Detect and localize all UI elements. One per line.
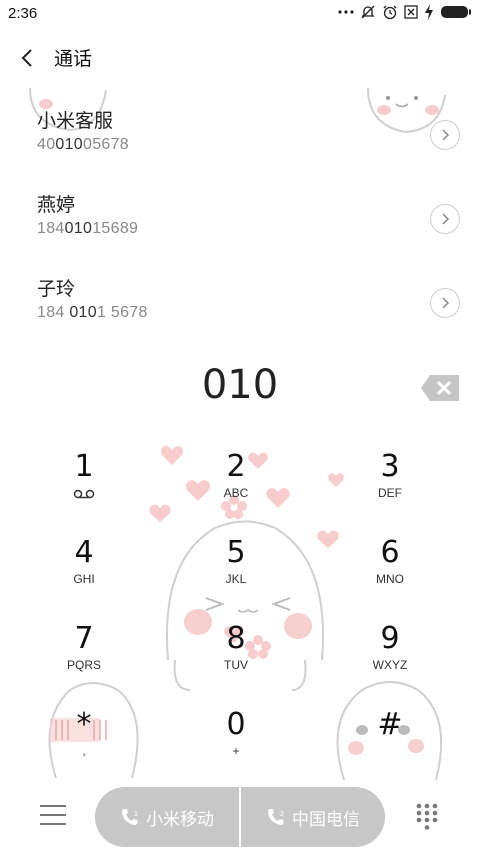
contact-detail-button[interactable] (430, 288, 460, 318)
number-match: 010 (69, 304, 97, 321)
key-6[interactable]: 6 MNO (330, 536, 450, 606)
chevron-right-icon (442, 213, 450, 225)
back-button[interactable] (16, 44, 40, 72)
number-suffix: 15689 (92, 220, 139, 237)
chevron-left-icon (21, 49, 32, 67)
sim1-label: 小米移动 (146, 809, 214, 830)
key-hash[interactable]: # (330, 708, 450, 778)
key-digit: 9 (380, 621, 400, 656)
key-5[interactable]: 5 JKL (176, 536, 296, 606)
key-letters: MNO (376, 572, 404, 586)
key-3[interactable]: 3 DEF (330, 450, 450, 520)
mute-bell-icon (361, 5, 375, 19)
key-digit: 1 (74, 449, 94, 484)
phone-sim2-icon: 2 (268, 809, 284, 825)
number-match: 010 (64, 220, 93, 237)
menu-line (40, 823, 66, 825)
contact-name: 燕婷 (37, 194, 76, 216)
key-digit: 2 (226, 449, 246, 484)
key-letters: JKL (225, 572, 247, 586)
call-divider (239, 787, 241, 847)
key-digit: * (76, 707, 92, 742)
chevron-right-icon (442, 297, 450, 309)
phone-sim1-icon: 1 (122, 809, 138, 825)
call-button-group: 1 小米移动 2 中国电信 (95, 787, 385, 847)
key-letters: PQRS (66, 658, 101, 672)
menu-button[interactable] (40, 805, 66, 827)
charging-icon (425, 4, 433, 20)
status-icons (338, 4, 472, 20)
key-digit: 6 (380, 535, 400, 570)
dialed-number[interactable]: 010 (0, 362, 480, 416)
key-letters: DEF (378, 486, 402, 500)
key-digit: 8 (226, 621, 246, 656)
key-digit: 3 (380, 449, 400, 484)
contact-name: 子玲 (37, 278, 76, 300)
key-letters: WXYZ (372, 658, 408, 672)
call-sim2-button[interactable]: 2 中国电信 (241, 787, 385, 847)
key-letters: GHI (73, 572, 95, 586)
number-suffix: 05678 (83, 136, 130, 153)
backspace-icon (421, 375, 459, 401)
contact-item[interactable]: 燕婷 18401015689 (0, 190, 480, 268)
chevron-right-icon (442, 129, 450, 141)
key-digit: 5 (226, 535, 246, 570)
key-letters: + (232, 744, 240, 758)
contact-item[interactable]: 小米客服 4001005678 (0, 106, 480, 184)
bottom-bar: 1 小米移动 2 中国电信 (0, 787, 480, 847)
key-digit: 4 (74, 535, 94, 570)
menu-line (40, 814, 66, 816)
key-letters: TUV (224, 658, 248, 672)
voicemail-icon (73, 489, 95, 499)
key-1[interactable]: 1 (24, 450, 144, 520)
number-match: 010 (55, 136, 84, 153)
key-star[interactable]: * , (24, 708, 144, 778)
key-digit: 0 (226, 707, 246, 742)
key-digit: 7 (74, 621, 94, 656)
key-7[interactable]: 7 PQRS (24, 622, 144, 692)
status-bar: 2:36 (0, 0, 480, 28)
key-letters: ABC (223, 486, 249, 500)
key-4[interactable]: 4 GHI (24, 536, 144, 606)
contact-number: 4001005678 (37, 136, 129, 154)
key-2[interactable]: 2 ABC (176, 450, 296, 520)
number-prefix: 184 (37, 304, 70, 321)
keypad-toggle-button[interactable] (416, 803, 438, 831)
contact-number: 18401015689 (37, 220, 138, 238)
page-title: 通话 (54, 48, 93, 70)
battery-icon (441, 6, 471, 18)
call-sim1-button[interactable]: 1 小米移动 (95, 787, 239, 847)
svg-text:1: 1 (134, 811, 138, 818)
backspace-button[interactable] (420, 374, 460, 406)
sim2-label: 中国电信 (292, 809, 360, 830)
contact-detail-button[interactable] (430, 120, 460, 150)
number-suffix: 1 5678 (96, 304, 148, 321)
number-prefix: 40 (37, 136, 56, 153)
menu-line (40, 805, 66, 807)
svg-text:2: 2 (280, 811, 284, 818)
contact-item[interactable]: 子玲 184 0101 5678 (0, 274, 480, 352)
contact-number: 184 0101 5678 (37, 304, 148, 322)
key-9[interactable]: 9 WXYZ (330, 622, 450, 692)
key-letters: , (82, 744, 86, 758)
alarm-icon (383, 5, 397, 20)
number-prefix: 184 (37, 220, 65, 237)
more-dots-icon (338, 10, 354, 14)
app-header: 通话 (0, 40, 480, 76)
key-digit: # (377, 707, 403, 742)
key-0[interactable]: 0 + (176, 708, 296, 778)
contact-detail-button[interactable] (430, 204, 460, 234)
status-time: 2:36 (8, 5, 38, 22)
no-sim-icon (404, 5, 418, 19)
contact-name: 小米客服 (37, 110, 114, 132)
key-8[interactable]: 8 TUV (176, 622, 296, 692)
dialpad-icon (416, 803, 438, 830)
